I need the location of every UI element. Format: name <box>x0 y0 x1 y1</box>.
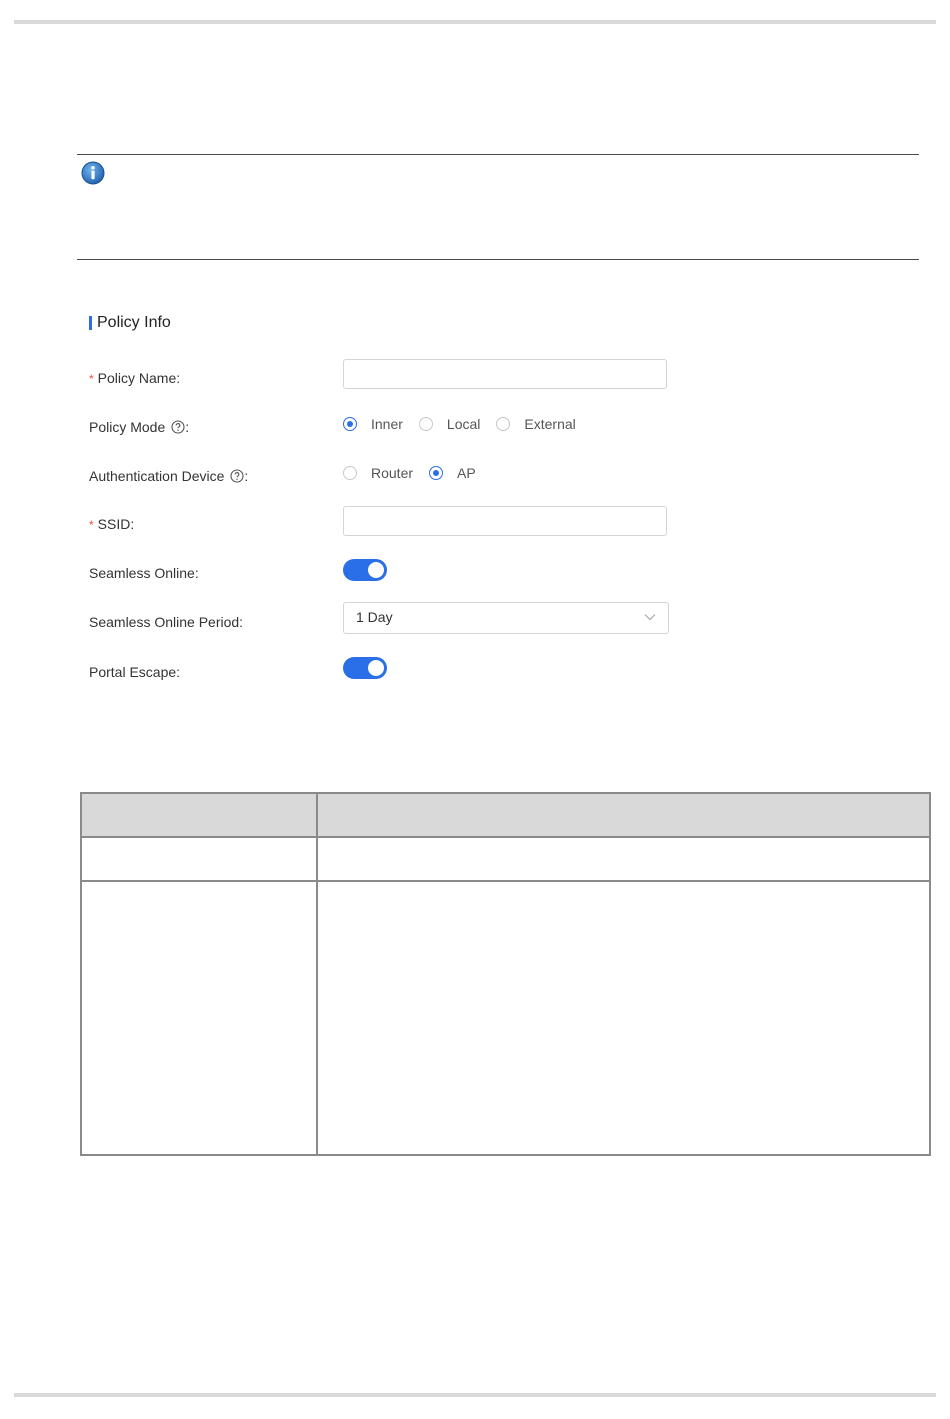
help-icon[interactable] <box>171 420 185 434</box>
auth-device-ap-label[interactable]: AP <box>457 465 476 481</box>
policy-mode-external-label[interactable]: External <box>524 416 575 432</box>
seamless-period-label: Seamless Online Period: <box>89 614 244 630</box>
policy-name-input[interactable] <box>343 359 667 389</box>
auth-device-ap-radio[interactable] <box>429 466 444 480</box>
seamless-online-label: Seamless Online: <box>89 565 199 581</box>
table-row <box>80 836 931 882</box>
table-header-cell <box>80 792 318 838</box>
policy-mode-label: Policy Mode: <box>89 419 190 435</box>
help-icon[interactable] <box>230 469 244 483</box>
table-cell <box>80 880 318 1156</box>
auth-device-router-radio[interactable] <box>343 466 357 480</box>
seamless-period-select[interactable]: 1 Day <box>343 602 669 634</box>
ssid-input[interactable] <box>343 506 667 536</box>
portal-escape-toggle[interactable] <box>343 657 387 679</box>
page-bottom-border <box>14 1393 936 1397</box>
parameter-table <box>80 792 931 1156</box>
note-bottom-rule <box>77 259 919 260</box>
table-row <box>80 880 931 1156</box>
ssid-label: * SSID: <box>89 516 135 532</box>
page-top-border <box>14 20 936 24</box>
info-icon <box>81 161 105 185</box>
auth-device-router-label[interactable]: Router <box>371 465 413 481</box>
required-mark: * <box>89 518 94 532</box>
portal-escape-label: Portal Escape: <box>89 664 181 680</box>
policy-mode-radio-group: Inner Local External <box>343 415 592 433</box>
table-cell <box>316 836 931 882</box>
required-mark: * <box>89 372 94 386</box>
table-header-row <box>80 792 931 838</box>
auth-device-label: Authentication Device: <box>89 468 249 484</box>
table-header-cell <box>316 792 931 838</box>
policy-mode-local-label[interactable]: Local <box>447 416 480 432</box>
note-top-rule <box>77 154 919 155</box>
policy-name-label: * Policy Name: <box>89 370 181 386</box>
policy-mode-local-radio[interactable] <box>418 417 433 431</box>
chevron-down-icon <box>644 614 656 621</box>
policy-mode-inner-radio[interactable] <box>343 417 357 431</box>
auth-device-radio-group: Router AP <box>343 464 492 482</box>
table-cell <box>80 836 318 882</box>
seamless-period-value: 1 Day <box>356 609 393 625</box>
policy-mode-inner-label[interactable]: Inner <box>371 416 403 432</box>
seamless-online-toggle[interactable] <box>343 559 387 581</box>
section-title-policy-info: Policy Info <box>89 313 171 333</box>
policy-mode-external-radio[interactable] <box>496 417 511 431</box>
table-cell <box>316 880 931 1156</box>
